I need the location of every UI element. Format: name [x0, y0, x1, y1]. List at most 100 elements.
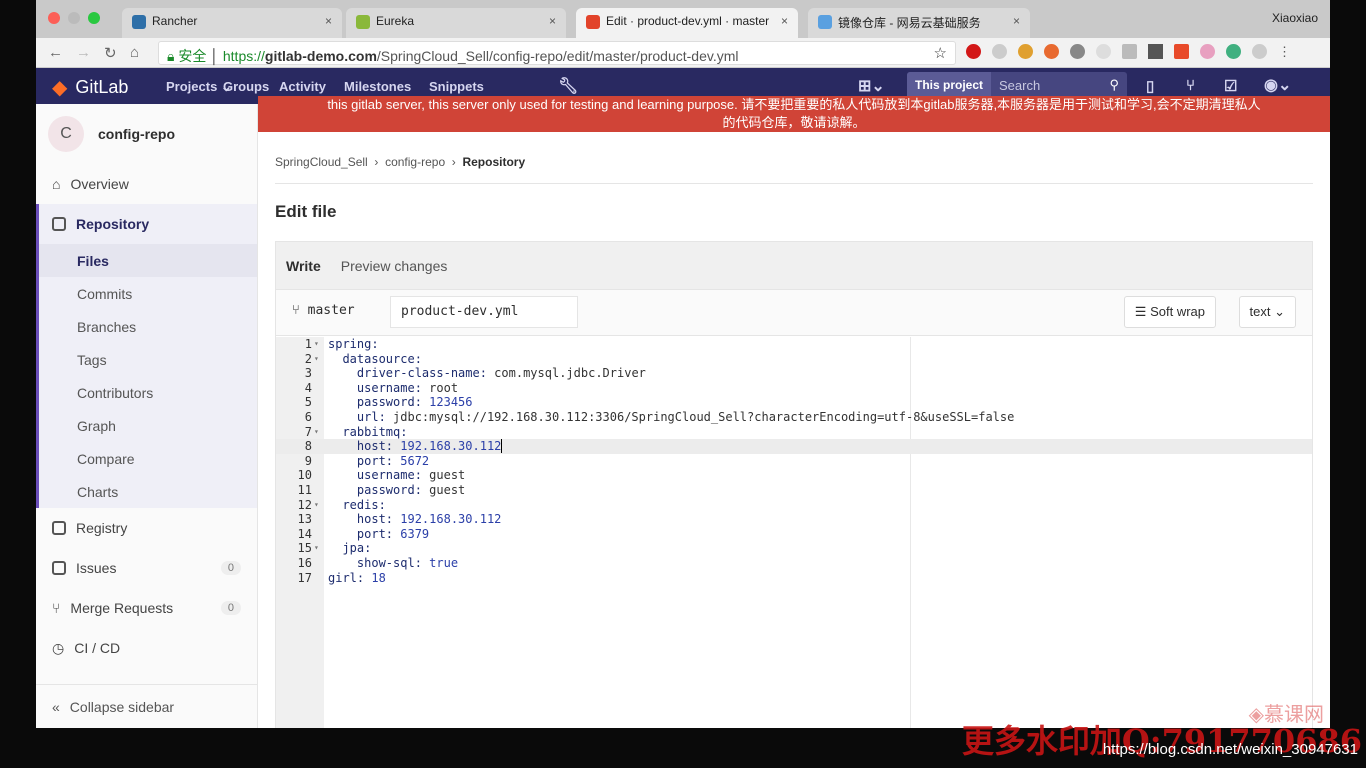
maximize-window-button[interactable]	[88, 12, 100, 24]
browser-tab[interactable]: 镜像仓库 - 网易云基础服务 ×	[808, 8, 1030, 38]
yaml-value: 192.168.30.112	[393, 512, 502, 527]
vue-devtools-icon[interactable]	[1226, 44, 1241, 59]
extension-icon[interactable]	[1174, 44, 1189, 59]
sidebar-item-repository[interactable]: Repository	[36, 204, 257, 244]
yaml-key: port:	[328, 526, 394, 541]
fold-arrow-icon[interactable]: ▾	[314, 352, 319, 367]
fold-arrow-icon[interactable]: ▾	[314, 425, 319, 440]
fold-arrow-icon[interactable]: ▾	[314, 498, 319, 513]
bookmark-star-icon[interactable]: ☆	[934, 44, 947, 62]
back-icon[interactable]: ←	[48, 44, 63, 61]
url-input[interactable]: 🔒︎ 安全 │ https://gitlab-demo.com/SpringCl…	[158, 41, 956, 65]
menu-kebab-icon[interactable]: ⋮	[1278, 44, 1291, 59]
code-line: 14 port: 6379	[276, 527, 1312, 542]
browser-tab[interactable]: Rancher ×	[122, 8, 342, 38]
sidebar-item-ci-cd[interactable]: ◷ CI / CD	[36, 628, 257, 668]
line-number: 3	[304, 366, 312, 381]
extension-icon[interactable]	[1096, 44, 1111, 59]
gitlab-logo[interactable]: ◆ GitLab	[52, 75, 128, 100]
browser-tab[interactable]: Edit · product-dev.yml · master ×	[576, 8, 798, 38]
line-number: 7	[304, 424, 312, 439]
yaml-key: username:	[328, 380, 422, 395]
yaml-key: spring:	[328, 337, 379, 351]
extension-icon[interactable]	[1252, 44, 1267, 59]
close-tab-icon[interactable]: ×	[549, 14, 556, 28]
close-window-button[interactable]	[48, 12, 60, 24]
main-content: this gitlab server, this server only use…	[258, 96, 1330, 728]
extension-icon[interactable]	[1122, 44, 1137, 59]
sidebar-item-merge-requests[interactable]: ⑂ Merge Requests 0	[36, 588, 257, 628]
code-line: 13 host: 192.168.30.112	[276, 512, 1312, 527]
breadcrumb-group[interactable]: SpringCloud_Sell	[275, 155, 368, 169]
nav-activity[interactable]: Activity	[279, 79, 326, 94]
project-avatar: C	[48, 116, 84, 152]
project-header[interactable]: Cconfig-repo	[36, 104, 257, 164]
yaml-value: guest	[421, 468, 466, 483]
extension-icon[interactable]	[1070, 44, 1085, 59]
issues-icon	[52, 561, 66, 575]
fold-arrow-icon[interactable]: ▾	[314, 337, 319, 352]
yaml-key: girl:	[328, 570, 365, 585]
sidebar-subitem-files[interactable]: Files	[39, 244, 257, 277]
breadcrumb-current[interactable]: Repository	[462, 155, 525, 169]
yaml-value: guest	[421, 482, 466, 497]
tab-preview-changes[interactable]: Preview changes	[341, 258, 448, 274]
browser-tab[interactable]: Eureka ×	[346, 8, 566, 38]
todos-icon[interactable]: ☑	[1224, 77, 1237, 95]
forward-icon[interactable]: →	[76, 44, 91, 61]
file-name-input[interactable]: product-dev.yml	[390, 296, 578, 328]
collapse-sidebar-button[interactable]: «Collapse sidebar	[36, 684, 257, 728]
sidebar-subitem-graph[interactable]: Graph	[39, 409, 257, 442]
sidebar-subitem-tags[interactable]: Tags	[39, 343, 257, 376]
opera-extension-icon[interactable]	[966, 44, 981, 59]
user-avatar[interactable]: ◉⌄	[1264, 75, 1291, 95]
branch-icon: ⑂	[292, 303, 300, 318]
tab-write[interactable]: Write	[286, 258, 321, 274]
repository-subnav: Files Commits Branches Tags Contributors Grap…	[36, 244, 257, 508]
yaml-key: rabbitmq:	[328, 424, 408, 439]
sidebar-subitem-compare[interactable]: Compare	[39, 442, 257, 475]
line-number: 16	[297, 555, 312, 570]
sidebar-item-registry[interactable]: Registry	[36, 508, 257, 548]
cookie-extension-icon[interactable]	[1018, 44, 1033, 59]
new-plus-icon[interactable]: ⊞⌄	[858, 76, 885, 96]
qr-code-icon[interactable]	[1148, 44, 1163, 59]
close-tab-icon[interactable]: ×	[781, 14, 788, 28]
sidebar-item-issues[interactable]: Issues 0	[36, 548, 257, 588]
extension-icon[interactable]	[992, 44, 1007, 59]
merge-requests-count: 0	[220, 601, 241, 615]
code-line: 11 password: guest	[276, 483, 1312, 498]
sidebar-subitem-commits[interactable]: Commits	[39, 277, 257, 310]
code-line: 15 ▾ jpa:	[276, 541, 1312, 556]
close-tab-icon[interactable]: ×	[1013, 14, 1020, 28]
extensions: ⋮	[966, 44, 1291, 59]
reload-icon[interactable]: ↻	[104, 44, 117, 62]
sidebar-subitem-charts[interactable]: Charts	[39, 475, 257, 508]
fold-arrow-icon[interactable]: ▾	[314, 541, 319, 556]
banner-line: 的代码仓库，敬请谅解。	[722, 115, 866, 130]
merge-request-icon[interactable]: ⑂	[1186, 77, 1195, 94]
nav-milestones[interactable]: Milestones	[344, 79, 411, 94]
todo-panel-icon[interactable]: ▯	[1146, 77, 1154, 95]
sidebar-subitem-branches[interactable]: Branches	[39, 310, 257, 343]
admin-wrench-icon[interactable]: 🔧︎	[558, 76, 578, 96]
nav-snippets[interactable]: Snippets	[429, 79, 484, 94]
mode-dropdown[interactable]: text ⌄	[1238, 296, 1296, 328]
code-editor[interactable]: 1 ▾ spring: 2 ▾ datasource: 3 driver-class-na…	[276, 337, 1312, 728]
close-tab-icon[interactable]: ×	[325, 14, 332, 28]
minimize-window-button[interactable]	[68, 12, 80, 24]
home-icon[interactable]: ⌂	[130, 44, 139, 61]
sidebar-subitem-contributors[interactable]: Contributors	[39, 376, 257, 409]
extension-icon[interactable]	[1044, 44, 1059, 59]
code-line: 3 driver-class-name: com.mysql.jdbc.Driv…	[276, 366, 1312, 381]
line-number: 12	[297, 497, 312, 512]
sidebar-item-overview[interactable]: ⌂ Overview	[36, 164, 257, 204]
nav-groups[interactable]: Groups	[223, 79, 269, 94]
code-line: 2 ▾ datasource:	[276, 352, 1312, 367]
breadcrumb-project[interactable]: config-repo	[385, 155, 445, 169]
profile-name[interactable]: Xiaoxiao	[1272, 11, 1318, 25]
photos-extension-icon[interactable]	[1200, 44, 1215, 59]
nav-projects[interactable]: Projects ⌄	[166, 79, 232, 95]
soft-wrap-button[interactable]: ☰ Soft wrap	[1123, 296, 1216, 328]
tanuki-icon: ◆	[52, 77, 68, 99]
